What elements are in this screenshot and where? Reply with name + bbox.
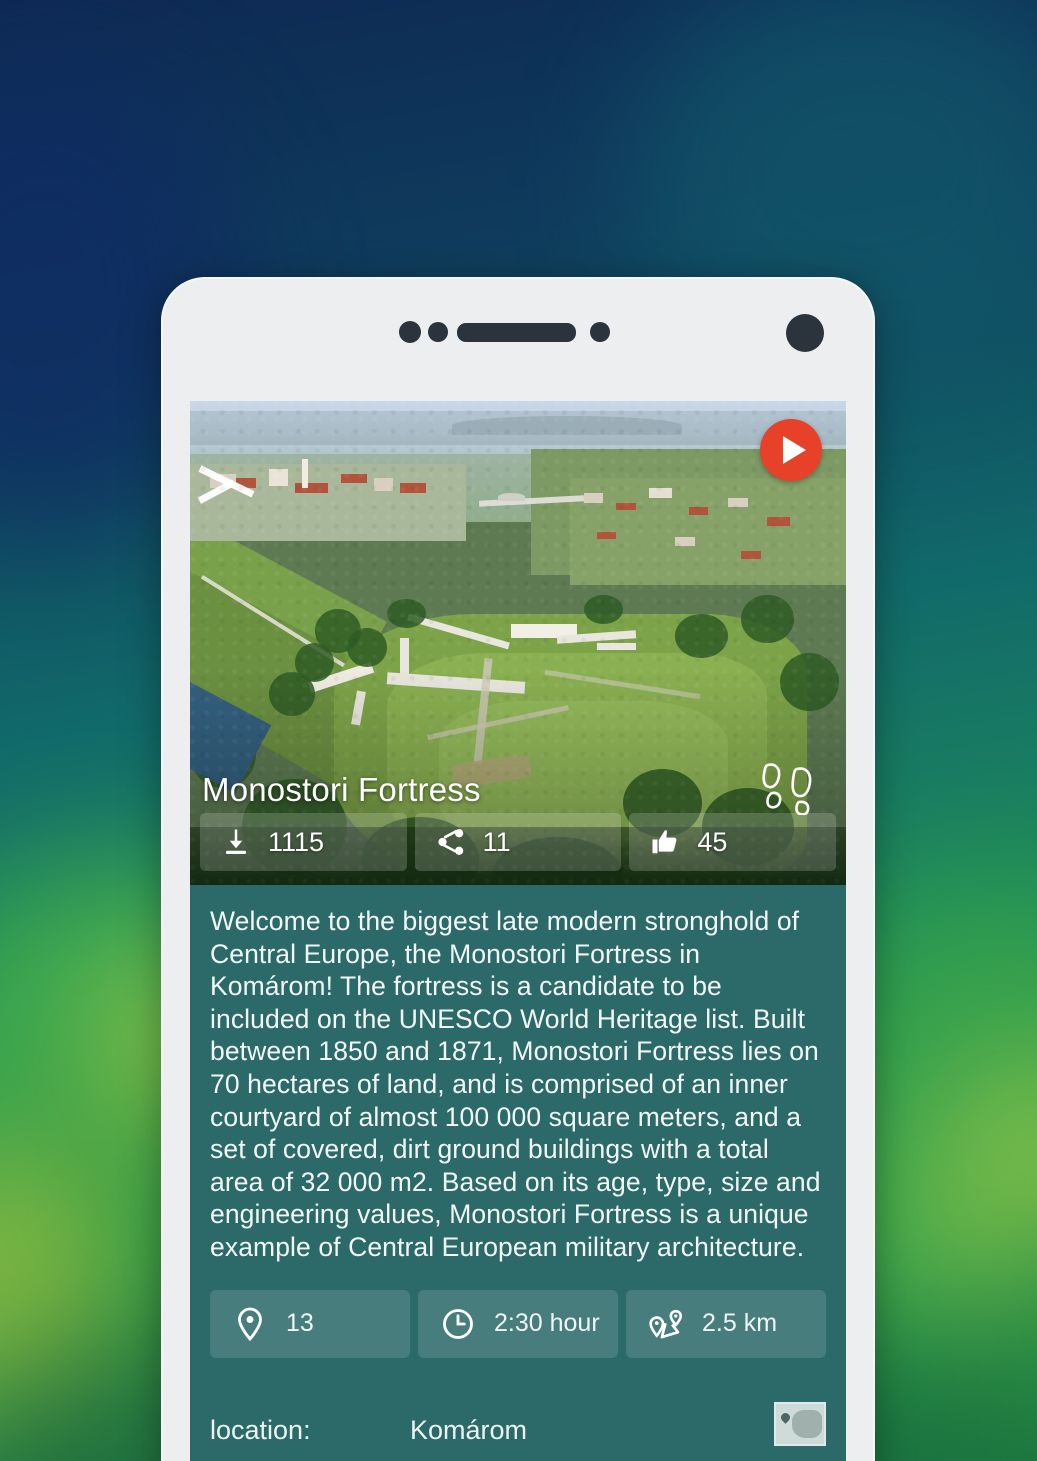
chip-value: 2:30 hour (494, 1309, 600, 1338)
download-icon (220, 826, 252, 858)
map-thumbnail-icon[interactable] (774, 1401, 826, 1446)
play-video-button[interactable] (760, 419, 822, 481)
play-triangle-icon (782, 436, 806, 464)
meta-value: Komárom (410, 1414, 528, 1445)
info-chips-row: 13 2:30 hour 2.5 km (210, 1289, 826, 1358)
share-icon (435, 826, 467, 858)
footprints-icon (760, 759, 822, 815)
speaker-grille (457, 323, 576, 342)
meta-label: location: (210, 1414, 311, 1445)
detail-panel: Welcome to the biggest late modern stron… (190, 885, 846, 1461)
stat-value: 11 (482, 826, 511, 857)
front-camera (786, 314, 824, 352)
route-map-icon (648, 1306, 684, 1342)
sensor-dot-3 (590, 322, 610, 342)
phone-mockup: Monostori Fortress 1115 11 45 Welcome to… (161, 277, 875, 1461)
hero-image-section[interactable]: Monostori Fortress 1115 11 45 (190, 401, 846, 885)
stat-shares[interactable]: 11 (414, 813, 622, 871)
stats-bar: 1115 11 45 (200, 813, 837, 871)
chip-stops[interactable]: 13 (210, 1289, 410, 1358)
stat-likes[interactable]: 45 (629, 813, 837, 871)
phone-screen: Monostori Fortress 1115 11 45 Welcome to… (190, 401, 846, 1461)
phone-top-hardware (161, 277, 875, 389)
stat-value: 1115 (268, 826, 325, 857)
thumbs-up-icon (649, 826, 681, 858)
page-title: Monostori Fortress (202, 771, 481, 808)
map-pin-icon (232, 1306, 268, 1342)
meta-row-location: location: Komárom (210, 1401, 826, 1446)
stat-value: 45 (697, 826, 728, 857)
chip-value: 13 (286, 1309, 314, 1338)
clock-icon (440, 1306, 476, 1342)
chip-distance[interactable]: 2.5 km (626, 1289, 826, 1358)
chip-value: 2.5 km (702, 1309, 778, 1338)
sensor-dot-2 (428, 322, 448, 342)
stat-downloads[interactable]: 1115 (200, 813, 407, 871)
chip-duration[interactable]: 2:30 hour (418, 1289, 618, 1358)
sensor-dot-1 (399, 321, 421, 343)
description-text: Welcome to the biggest late modern stron… (210, 906, 821, 1262)
